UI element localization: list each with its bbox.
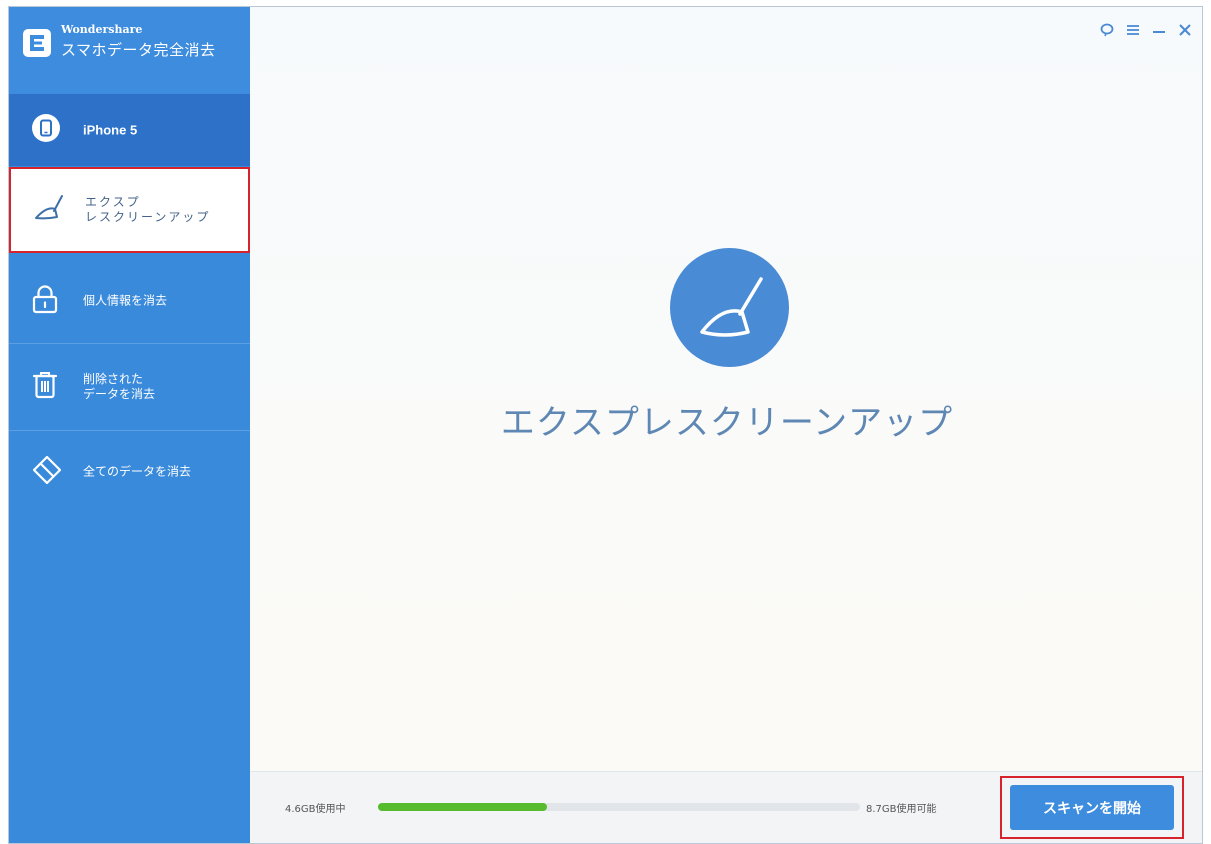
sidebar-item-express-cleanup[interactable]: エクスプ レスクリーンアップ <box>9 167 250 253</box>
storage-progress-bar <box>378 803 860 811</box>
storage-available-label: 8.7GB使用可能 <box>866 804 937 815</box>
broom-icon <box>670 248 789 367</box>
sidebar: Wondershare スマホデータ完全消去 iPhone 5 エクスプ レスク… <box>9 7 250 843</box>
broom-icon <box>33 193 67 227</box>
eraser-icon <box>31 454 63 490</box>
app-window: Wondershare スマホデータ完全消去 iPhone 5 エクスプ レスク… <box>8 6 1203 844</box>
brand-company: Wondershare <box>61 23 143 36</box>
menu-icon[interactable] <box>1126 21 1140 39</box>
sidebar-item-erase-private[interactable]: 個人情報を消去 <box>9 261 250 341</box>
sidebar-item-erase-deleted[interactable]: 削除された データを消去 <box>9 345 250 429</box>
page-title: エクスプレスクリーンアップ <box>500 403 954 443</box>
sidebar-item-label: 全てのデータを消去 <box>83 464 192 479</box>
device-name: iPhone 5 <box>83 122 138 138</box>
main-panel: エクスプレスクリーンアップ 4.6GB使用中 8.7GB使用可能 スキャンを開始 <box>250 7 1202 843</box>
start-scan-button[interactable]: スキャンを開始 <box>1010 785 1174 830</box>
trash-icon <box>31 370 59 404</box>
status-bar: 4.6GB使用中 8.7GB使用可能 スキャンを開始 <box>250 771 1202 843</box>
sidebar-item-label: エクスプ レスクリーンアップ <box>85 195 211 224</box>
sidebar-item-label: 削除された データを消去 <box>83 372 156 401</box>
lock-icon <box>31 284 59 318</box>
close-icon[interactable] <box>1178 21 1192 39</box>
sidebar-item-erase-all[interactable]: 全てのデータを消去 <box>9 432 250 512</box>
minimize-icon[interactable] <box>1152 21 1166 39</box>
feedback-icon[interactable] <box>1100 21 1114 39</box>
sidebar-item-label: 個人情報を消去 <box>83 293 168 308</box>
scan-button-highlight: スキャンを開始 <box>1000 776 1184 839</box>
phone-icon <box>31 113 61 147</box>
divider <box>9 430 250 431</box>
app-logo-icon <box>23 29 51 57</box>
brand-header: Wondershare スマホデータ完全消去 <box>9 7 250 94</box>
storage-used-label: 4.6GB使用中 <box>285 804 346 815</box>
window-controls <box>1100 21 1192 39</box>
storage-progress-fill <box>378 803 547 811</box>
brand-product-name: スマホデータ完全消去 <box>61 41 216 59</box>
sidebar-item-device[interactable]: iPhone 5 <box>9 94 250 166</box>
divider <box>9 343 250 344</box>
